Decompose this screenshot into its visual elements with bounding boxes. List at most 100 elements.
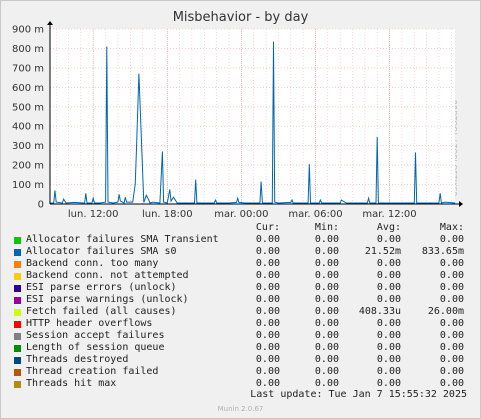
line-chart: 0 100 m 200 m 300 m 400 m 500 m 600 m 700 m 800 … (12, 21, 463, 220)
legend-label: Length of session queue (26, 342, 165, 353)
legend-avg: 0.00 (376, 342, 401, 353)
legend-label: ESI parse errors (unlock) (26, 282, 177, 293)
legend-swatch (14, 381, 21, 388)
legend-max: 0.00 (439, 294, 464, 305)
legend-swatch (14, 357, 21, 364)
legend-swatch (14, 249, 21, 256)
legend-swatch (14, 237, 21, 244)
y-tick-label: 500 m (12, 102, 44, 113)
legend-swatch (14, 261, 21, 268)
y-axis-ticks: 0 100 m 200 m 300 m 400 m 500 m 600 m 700 m 800 … (12, 25, 44, 211)
y-tick-label: 900 m (12, 25, 44, 36)
x-tick-label: lun. 18:00 (142, 209, 193, 220)
legend-label: Backend conn. not attempted (26, 270, 189, 281)
y-tick-label: 400 m (12, 122, 44, 133)
legend-avg: 0.00 (376, 282, 401, 293)
legend-avg: 0.00 (376, 270, 401, 281)
legend-label: Allocator failures SMA s0 (26, 246, 177, 257)
x-tick-label: mar. 06:00 (288, 209, 342, 220)
legend-cur: 0.00 (255, 306, 280, 317)
legend-label: Fetch failed (all causes) (26, 306, 177, 317)
legend-avg: 0.00 (376, 330, 401, 341)
legend-max: 0.00 (439, 270, 464, 281)
legend-cur: 0.00 (255, 366, 280, 377)
legend-swatch (14, 273, 21, 280)
legend-max: 0.00 (439, 258, 464, 269)
header-max: Max: (439, 222, 464, 233)
legend-label: Threads destroyed (26, 354, 129, 365)
legend-cur: 0.00 (255, 318, 280, 329)
legend-avg: 0.00 (376, 258, 401, 269)
legend-avg: 0.00 (376, 234, 401, 245)
legend-min: 0.00 (314, 270, 339, 281)
legend-label: Allocator failures SMA Transient (26, 234, 219, 245)
y-tick-label: 200 m (12, 161, 44, 172)
legend-swatch (14, 345, 21, 352)
legend-cur: 0.00 (255, 246, 280, 257)
legend-label: Backend conn. too many (26, 258, 159, 269)
legend-min: 0.00 (314, 294, 339, 305)
y-tick-label: 800 m (12, 44, 44, 55)
legend-max: 26.00m (427, 306, 464, 317)
legend-max: 0.00 (439, 318, 464, 329)
x-tick-label: lun. 12:00 (68, 209, 119, 220)
legend-min: 0.00 (314, 330, 339, 341)
legend-min: 0.00 (314, 258, 339, 269)
legend-min: 0.00 (314, 306, 339, 317)
legend-min: 0.00 (314, 282, 339, 293)
legend-label: HTTP header overflows (26, 318, 153, 329)
legend-avg: 0.00 (376, 354, 401, 365)
legend-cur: 0.00 (255, 342, 280, 353)
legend-swatch (14, 333, 21, 340)
legend-cur: 0.00 (255, 330, 280, 341)
legend-swatch (14, 309, 21, 316)
y-tick-label: 300 m (12, 141, 44, 152)
header-min: Min: (314, 222, 339, 233)
legend-max: 0.00 (439, 282, 464, 293)
last-update: Last update: Tue Jan 7 15:55:32 2025 (250, 389, 467, 400)
legend-cur: 0.00 (255, 234, 280, 245)
legend-avg: 0.00 (376, 294, 401, 305)
legend-cur: 0.00 (255, 270, 280, 281)
munin-version: Munin 2.0.67 (217, 405, 264, 413)
legend-cur: 0.00 (255, 354, 280, 365)
y-axis-arrow (47, 21, 53, 25)
header-avg: Avg: (376, 222, 401, 233)
legend-swatch (14, 321, 21, 328)
legend-max: 833.65m (421, 246, 464, 257)
legend-min: 0.00 (314, 234, 339, 245)
legend-avg: 408.33u (358, 306, 401, 317)
plot-area (50, 29, 455, 204)
legend-swatch (14, 285, 21, 292)
legend-cur: 0.00 (255, 258, 280, 269)
legend-min: 0.00 (314, 246, 339, 257)
legend-cur: 0.00 (255, 282, 280, 293)
legend-max: 0.00 (439, 234, 464, 245)
y-tick-label: 100 m (12, 180, 44, 191)
y-tick-label: 0 (38, 200, 44, 211)
legend-min: 0.00 (314, 342, 339, 353)
header-cur: Cur: (255, 222, 280, 233)
legend-max: 0.00 (439, 330, 464, 341)
legend-swatch (14, 369, 21, 376)
legend-label: ESI parse warnings (unlock) (26, 294, 189, 305)
legend-avg: 0.00 (376, 366, 401, 377)
legend-swatch (14, 297, 21, 304)
y-tick-label: 700 m (12, 63, 44, 74)
y-tick-label: 600 m (12, 83, 44, 94)
legend-avg: 0.00 (376, 318, 401, 329)
legend-max: 0.00 (439, 354, 464, 365)
x-tick-label: mar. 00:00 (214, 209, 268, 220)
legend-label: Thread creation failed (26, 366, 159, 377)
legend-max: 0.00 (439, 366, 464, 377)
legend-max: 0.00 (439, 342, 464, 353)
legend-avg: 21.52m (364, 246, 401, 257)
legend-cur: 0.00 (255, 294, 280, 305)
legend-min: 0.00 (314, 366, 339, 377)
x-axis-ticks: lun. 12:00 lun. 18:00 mar. 00:00 mar. 06:00… (68, 209, 417, 220)
legend-min: 0.00 (314, 318, 339, 329)
legend-label: Session accept failures (26, 330, 165, 341)
x-tick-label: mar. 12:00 (362, 209, 416, 220)
legend-min: 0.00 (314, 354, 339, 365)
x-axis-arrow (459, 201, 463, 207)
